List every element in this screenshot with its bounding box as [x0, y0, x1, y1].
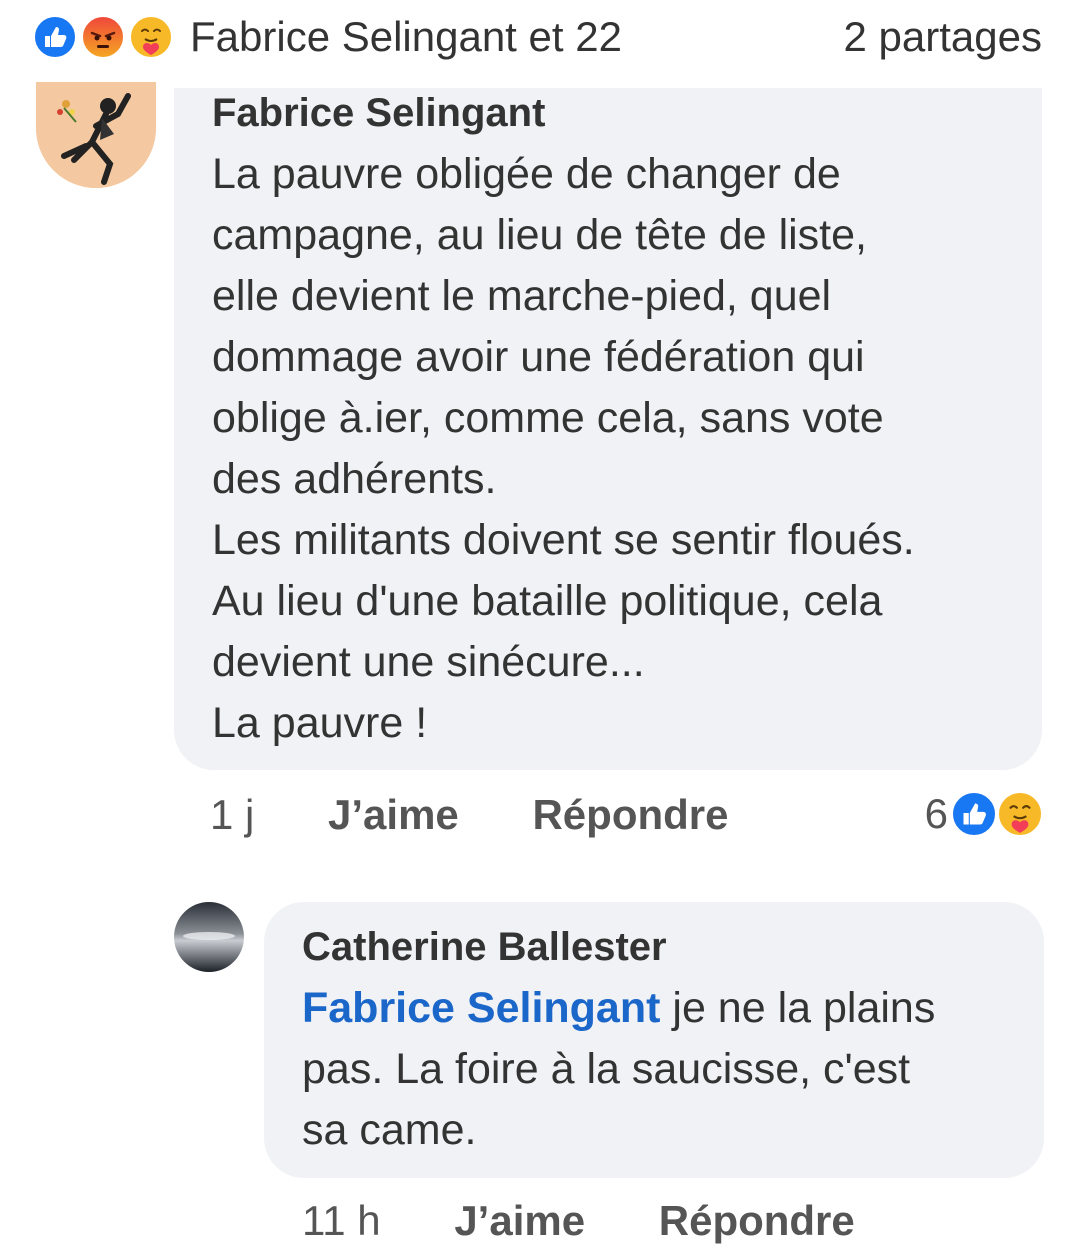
like-icon	[32, 14, 78, 60]
comment-reactions[interactable]: 6	[904, 788, 1044, 840]
mention-link[interactable]: Fabrice Selingant	[302, 984, 660, 1032]
angry-icon	[80, 14, 126, 60]
reply-timestamp[interactable]: 11 h	[302, 1196, 381, 1246]
avatar[interactable]	[36, 82, 156, 188]
reactions-summary-bar[interactable]: Fabrice Selingant et 22 2 partages	[0, 0, 1080, 80]
comment-text: La pauvre obligée de changer de campagne…	[212, 150, 915, 747]
reply-author[interactable]: Catherine Ballester	[302, 924, 667, 970]
comment-timestamp[interactable]: 1 j	[210, 790, 254, 840]
reaction-count: 6	[924, 790, 948, 837]
shares-count[interactable]: 2 partages	[844, 14, 1042, 60]
care-icon	[128, 14, 174, 60]
reply-button[interactable]: Répondre	[532, 790, 728, 840]
avatar[interactable]	[174, 902, 244, 972]
like-icon	[950, 790, 998, 838]
reaction-icons[interactable]	[32, 14, 182, 60]
like-button[interactable]: J’aime	[328, 790, 459, 840]
reply-button[interactable]: Répondre	[659, 1196, 855, 1246]
care-icon	[996, 790, 1044, 838]
comment-bubble[interactable]: Fabrice Selingant La pauvre obligée de c…	[174, 88, 1042, 770]
like-button[interactable]: J’aime	[454, 1196, 585, 1246]
reply-bubble[interactable]: Catherine Ballester Fabrice Selingant je…	[264, 902, 1044, 1178]
reactors-names[interactable]: Fabrice Selingant et 22	[190, 14, 622, 60]
comment-actions: 1 j J’aime Répondre	[210, 790, 728, 840]
reply-text: Fabrice Selingant je ne la plains pas. L…	[302, 978, 1022, 1161]
comment-author[interactable]: Fabrice Selingant	[212, 90, 545, 136]
reply-actions: 11 h J’aime Répondre	[302, 1196, 855, 1246]
